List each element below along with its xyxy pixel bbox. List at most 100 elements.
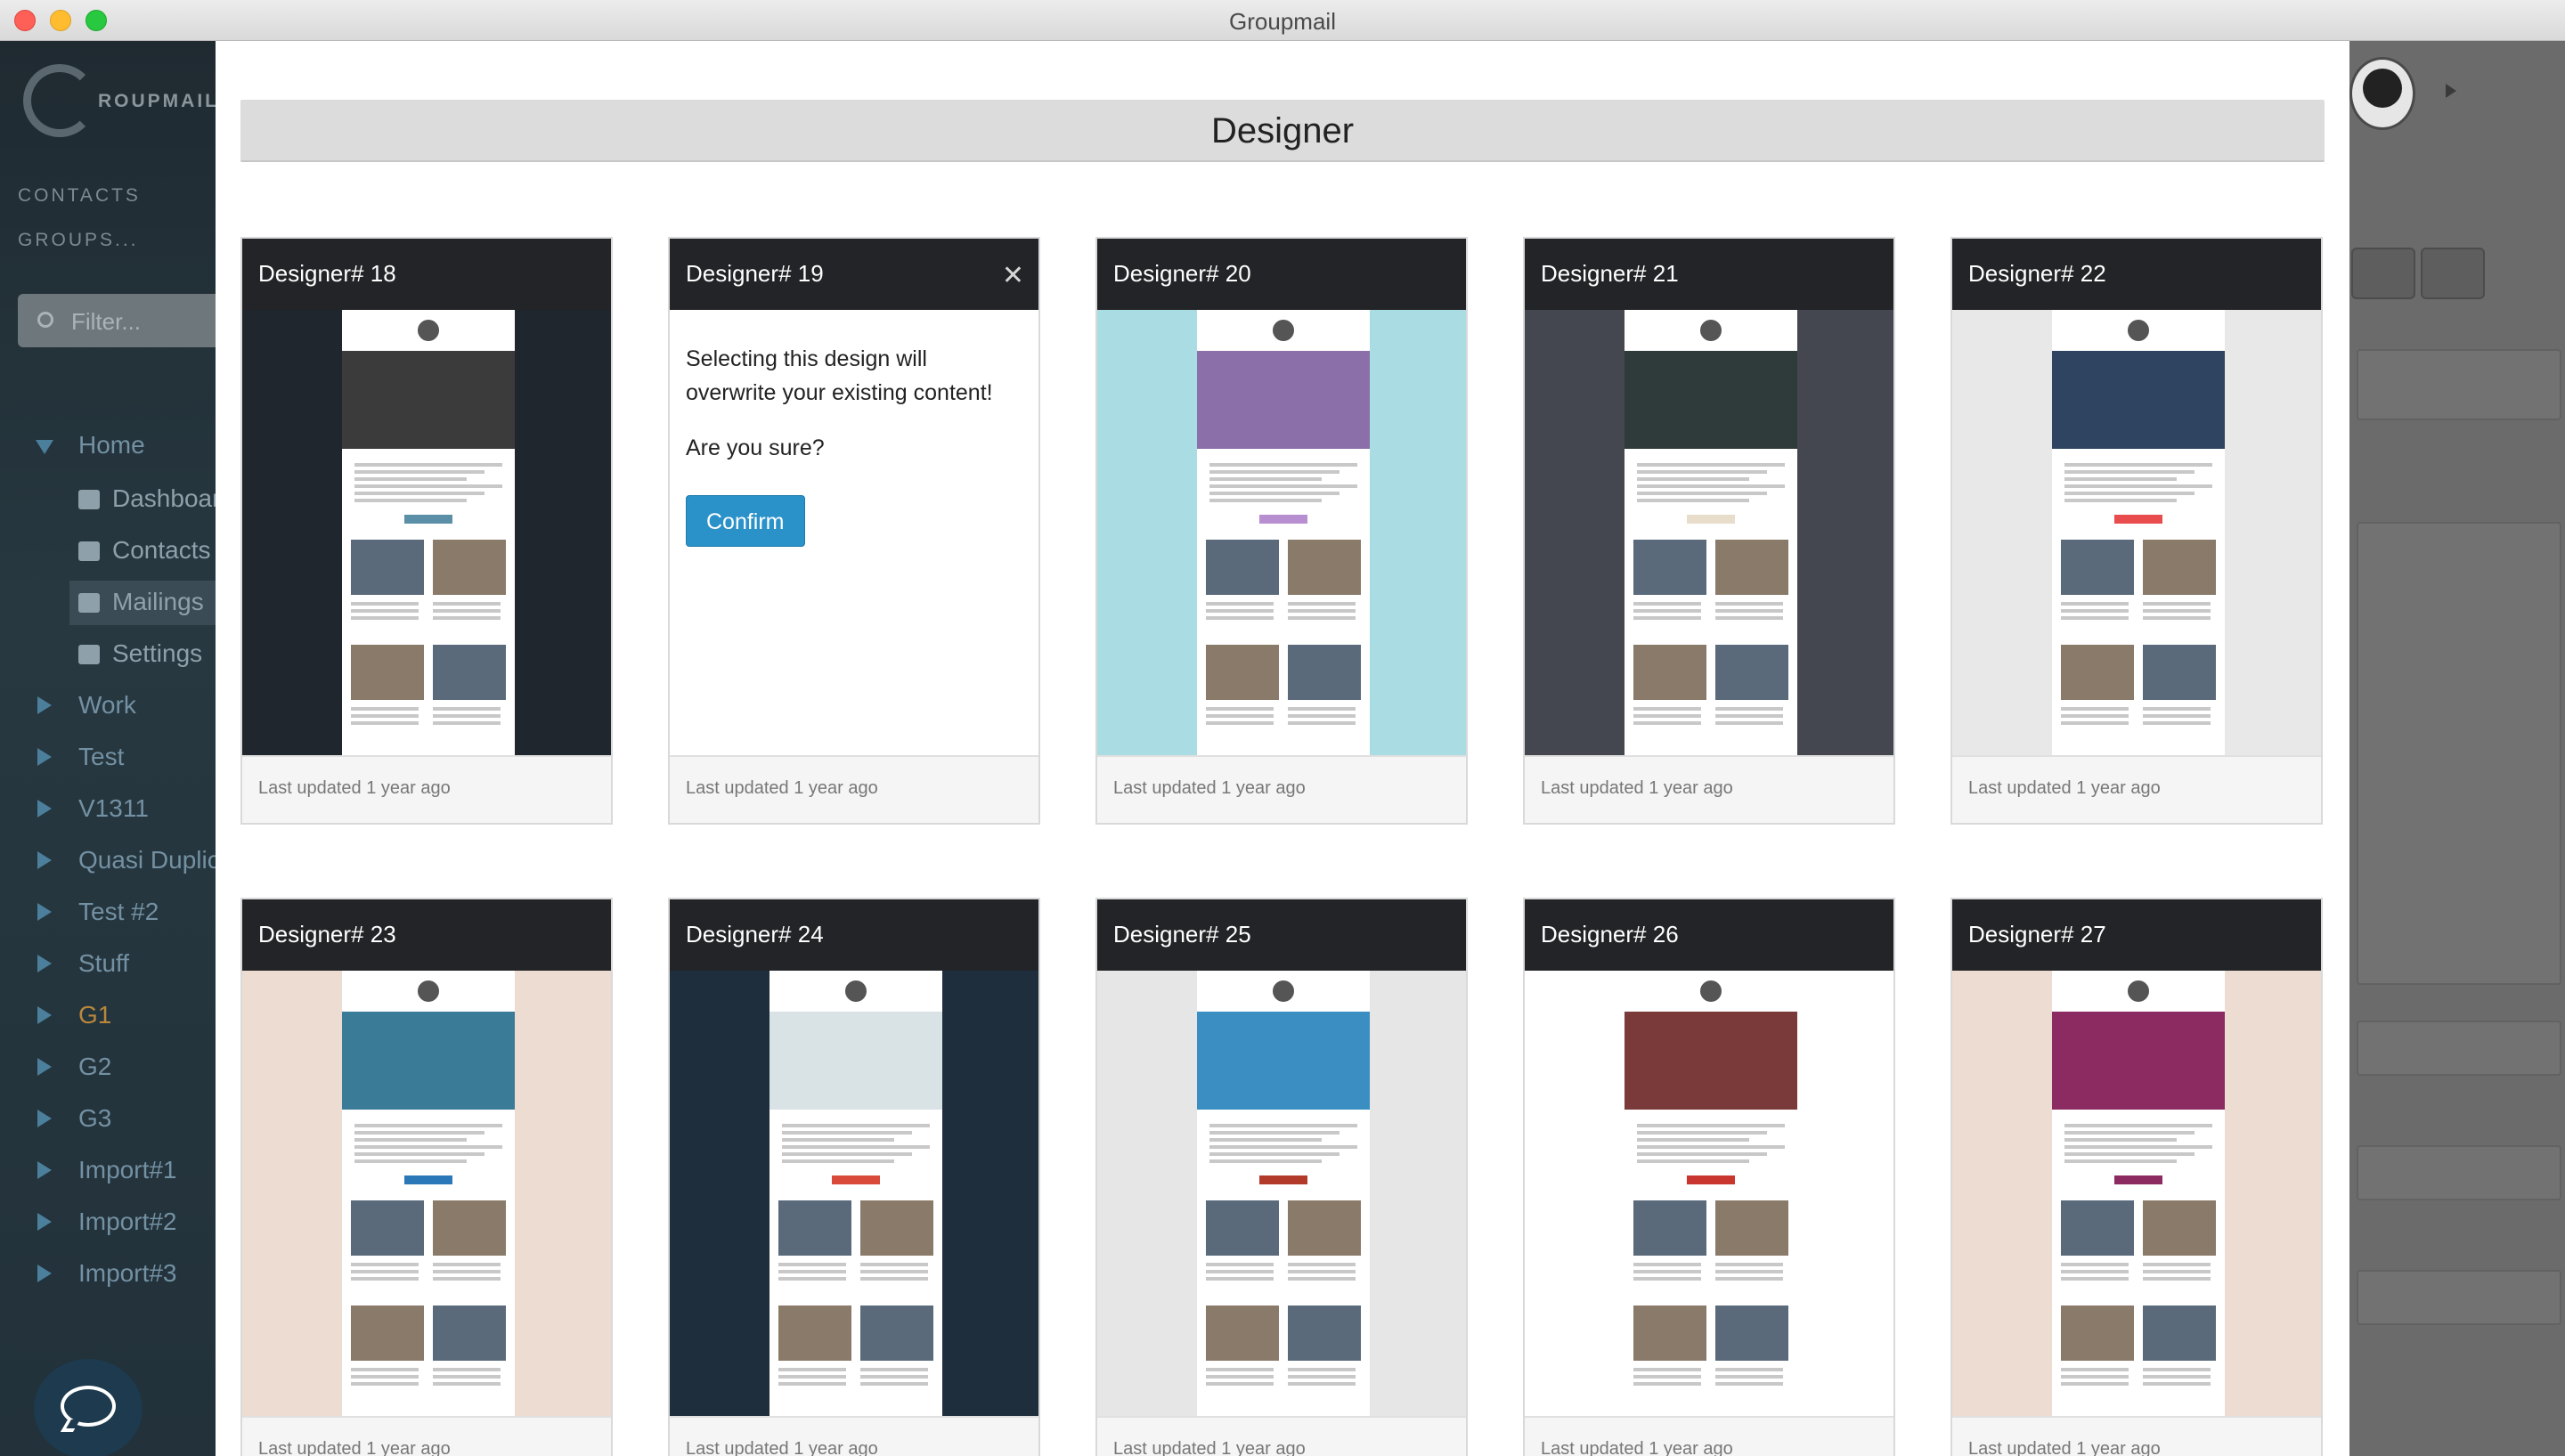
sidebar-item-dashboar[interactable]: Dashboar: [69, 477, 216, 522]
template-text-line: [351, 616, 419, 620]
chat-tail-icon: [60, 1419, 81, 1432]
template-text-line: [2143, 707, 2211, 711]
design-card-title-text: Designer# 19: [686, 260, 824, 287]
chevron-right-icon[interactable]: [2446, 84, 2456, 98]
template-text-line: [1209, 492, 1340, 495]
template-text-line: [860, 1368, 928, 1371]
chat-button[interactable]: [34, 1359, 142, 1456]
caret-right-icon[interactable]: [37, 1265, 52, 1282]
template-text-line: [778, 1382, 846, 1386]
filter-input[interactable]: Filter...: [18, 294, 216, 347]
template-text-line: [354, 499, 467, 502]
tree-item-label: V1311: [78, 794, 149, 822]
tree-item-import-3[interactable]: Import#3: [0, 1252, 216, 1300]
design-card-footer: Last updated 1 year ago: [670, 755, 1038, 823]
template-text-line: [433, 602, 501, 606]
design-card[interactable]: Designer# 23 Last updated 1 year ago: [240, 898, 613, 1456]
caret-right-icon[interactable]: [37, 851, 52, 869]
template-text-line: [351, 602, 419, 606]
sidebar-item-contacts[interactable]: Contacts: [69, 529, 216, 573]
design-card[interactable]: Designer# 27 Last updated 1 year ago: [1950, 898, 2323, 1456]
groups-link[interactable]: GROUPS...: [18, 230, 139, 251]
template-image: [1715, 540, 1788, 595]
design-card[interactable]: Designer# 24 Last updated 1 year ago: [668, 898, 1040, 1456]
sidebar-item-settings[interactable]: Settings: [69, 632, 216, 677]
template-text-line: [351, 721, 419, 725]
template-text-line: [354, 1152, 484, 1156]
caret-right-icon[interactable]: [37, 955, 52, 972]
design-card[interactable]: Designer# 20 Last updated 1 year ago: [1095, 237, 1468, 825]
template-text-line: [351, 1368, 419, 1371]
template-logo-icon: [1698, 317, 1724, 344]
caret-right-icon[interactable]: [37, 1213, 52, 1231]
template-text-line: [1209, 477, 1322, 481]
caret-right-icon[interactable]: [37, 1058, 52, 1076]
template-text-line: [1288, 721, 1356, 725]
tree-item-work[interactable]: Work: [0, 684, 216, 732]
template-text-line: [2061, 707, 2129, 711]
caret-down-icon[interactable]: [36, 440, 53, 454]
design-card-thumbnail: [242, 310, 611, 755]
confirm-button[interactable]: Confirm: [686, 495, 805, 547]
template-text-line: [2143, 1270, 2211, 1273]
template-text-line: [351, 609, 419, 613]
template-button: [1259, 1175, 1307, 1184]
users-icon: [78, 541, 100, 561]
close-icon[interactable]: ✕: [1002, 260, 1024, 291]
tree-item-test[interactable]: Test: [0, 736, 216, 784]
template-text-line: [433, 1375, 501, 1379]
background-field: [2357, 1145, 2561, 1200]
template-text-line: [2064, 1124, 2212, 1127]
caret-right-icon[interactable]: [37, 1110, 52, 1127]
email-template-preview: [2052, 310, 2225, 755]
design-card[interactable]: Designer# 21 Last updated 1 year ago: [1523, 237, 1895, 825]
template-text-line: [354, 463, 502, 467]
tree-item-stuff[interactable]: Stuff: [0, 942, 216, 990]
design-card[interactable]: Designer# 25 Last updated 1 year ago: [1095, 898, 1468, 1456]
caret-right-icon[interactable]: [37, 800, 52, 817]
caret-right-icon[interactable]: [37, 903, 52, 921]
sidebar-item-mailings[interactable]: Mailings: [69, 581, 216, 625]
template-text-line: [2061, 1382, 2129, 1386]
template-text-line: [1206, 1270, 1274, 1273]
template-image: [1288, 645, 1361, 700]
tree-item-import-1[interactable]: Import#1: [0, 1149, 216, 1197]
tree-item-label: Import#3: [78, 1259, 177, 1287]
user-avatar[interactable]: [2349, 57, 2415, 130]
template-text-line: [1715, 1382, 1783, 1386]
template-text-line: [1637, 1131, 1767, 1135]
template-image: [1288, 540, 1361, 595]
caret-right-icon[interactable]: [37, 696, 52, 714]
template-text-line: [2064, 477, 2177, 481]
background-field: [2357, 1021, 2561, 1076]
contacts-link[interactable]: CONTACTS: [18, 185, 141, 207]
design-card[interactable]: Designer# 22 Last updated 1 year ago: [1950, 237, 2323, 825]
template-text-line: [1209, 1159, 1322, 1163]
caret-right-icon[interactable]: [37, 1161, 52, 1179]
design-card[interactable]: Designer# 18 Last updated 1 year ago: [240, 237, 613, 825]
tree-item-g3[interactable]: G3: [0, 1097, 216, 1145]
template-image: [1206, 1306, 1279, 1361]
template-text-line: [354, 492, 484, 495]
tree-item-test-2[interactable]: Test #2: [0, 891, 216, 939]
template-image: [1206, 645, 1279, 700]
caret-right-icon[interactable]: [37, 1006, 52, 1024]
design-card-title: Designer# 18: [242, 239, 611, 310]
tree-item-g2[interactable]: G2: [0, 1045, 216, 1094]
caret-right-icon[interactable]: [37, 748, 52, 766]
tree-item-import-2[interactable]: Import#2: [0, 1200, 216, 1249]
template-text-line: [354, 1159, 467, 1163]
home-icon: [78, 490, 100, 509]
design-card[interactable]: Designer# 19 ✕ Selecting this design will …: [668, 237, 1040, 825]
tree-item-home[interactable]: Home: [0, 424, 216, 472]
template-image: [433, 1306, 506, 1361]
template-text-line: [782, 1152, 912, 1156]
design-card[interactable]: Designer# 26 Last updated 1 year ago: [1523, 898, 1895, 1456]
tree-item-v1311[interactable]: V1311: [0, 787, 216, 835]
email-template-preview: [1197, 310, 1370, 755]
tree-item-quasi-duplic[interactable]: Quasi Duplic: [0, 839, 216, 887]
template-logo-icon: [1698, 978, 1724, 1005]
tree-item-g1[interactable]: G1: [0, 994, 216, 1042]
template-text-line: [1633, 616, 1701, 620]
template-image: [2061, 1306, 2134, 1361]
